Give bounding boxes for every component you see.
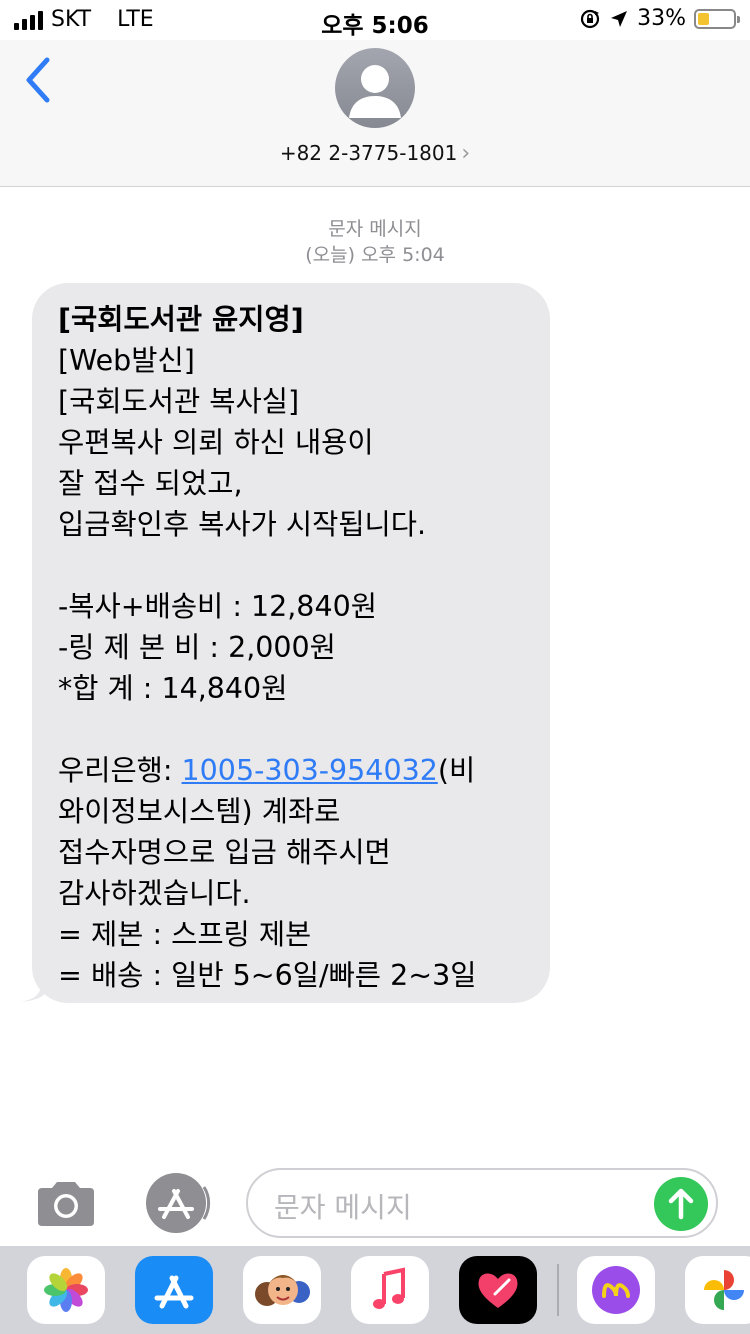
message-line: 우편복사 의뢰 하신 내용이 [58, 426, 374, 459]
digital-touch-icon[interactable] [459, 1256, 537, 1324]
battery-fill [698, 12, 709, 25]
message-line: 잘 접수 되었고, [58, 467, 243, 500]
imessage-app-icon[interactable] [577, 1256, 655, 1324]
message-line: [국회도서관 윤지영] [58, 303, 304, 336]
chevron-right-icon: › [461, 141, 471, 166]
imessage-app-drawer [0, 1246, 750, 1334]
message-line: 접수자명으로 입금 해주시면 [58, 836, 391, 869]
camera-icon[interactable] [34, 1180, 98, 1228]
message-line: -복사+배송비 : 12,840원 [58, 590, 377, 623]
battery-percent: 33% [637, 6, 686, 31]
message-timestamp: (오늘) 오후 5:04 [305, 244, 445, 266]
dock-separator [557, 1264, 559, 1316]
message-line: -링 제 본 비 : 2,000원 [58, 631, 336, 664]
message-bank-line: 우리은행: 1005-303-954032(비 [58, 750, 530, 791]
conversation-header: +82 2-3775-1801 › [0, 40, 750, 187]
status-right: 33% [579, 6, 740, 31]
memoji-icon[interactable] [243, 1256, 321, 1324]
account-number-link[interactable]: 1005-303-954032 [182, 754, 438, 787]
message-type-label: 문자 메시지 [328, 218, 422, 240]
message-input-placeholder: 문자 메시지 [274, 1191, 412, 1224]
message-line: *합 계 : 14,840원 [58, 672, 288, 705]
avatar[interactable] [335, 48, 415, 128]
message-line: = 제본 : 스프링 제본 [58, 918, 312, 951]
message-line: [Web발신] [58, 344, 195, 377]
battery-icon [694, 8, 740, 29]
message-line: [국회도서관 복사실] [58, 385, 300, 418]
app-store-icon[interactable] [140, 1173, 212, 1233]
message-bubble[interactable]: [국회도서관 윤지영] [Web발신] [국회도서관 복사실] 우편복사 의뢰 … [32, 283, 550, 1003]
message-line: = 배송 : 일반 5~6일/빠른 2~3일 [58, 959, 477, 992]
send-arrow-icon [668, 1188, 694, 1220]
app-store-icon[interactable] [135, 1256, 213, 1324]
location-arrow-icon [611, 10, 628, 27]
person-silhouette-icon [349, 65, 401, 118]
message-composer: 문자 메시지 [0, 1160, 750, 1246]
message-line: 감사하겠습니다. [58, 877, 251, 910]
message-line: 입금확인후 복사가 시작됩니다. [58, 508, 427, 541]
chevron-left-icon[interactable] [20, 54, 60, 106]
contact-name-button[interactable]: +82 2-3775-1801 › [0, 141, 750, 166]
status-bar: SKT LTE 오후 5:06 33% [0, 0, 750, 40]
google-photos-icon[interactable] [685, 1256, 750, 1324]
message-input[interactable]: 문자 메시지 [246, 1168, 718, 1238]
message-line: 와이정보시스템) 계좌로 [58, 795, 341, 828]
send-button[interactable] [654, 1177, 708, 1231]
contact-number: +82 2-3775-1801 [279, 141, 458, 165]
bank-prefix: 우리은행: [58, 754, 182, 787]
rotation-lock-icon [580, 9, 600, 28]
photos-icon[interactable] [27, 1256, 105, 1324]
battery-nub [737, 15, 740, 23]
music-icon[interactable] [351, 1256, 429, 1324]
bank-suffix: (비 [437, 754, 476, 787]
